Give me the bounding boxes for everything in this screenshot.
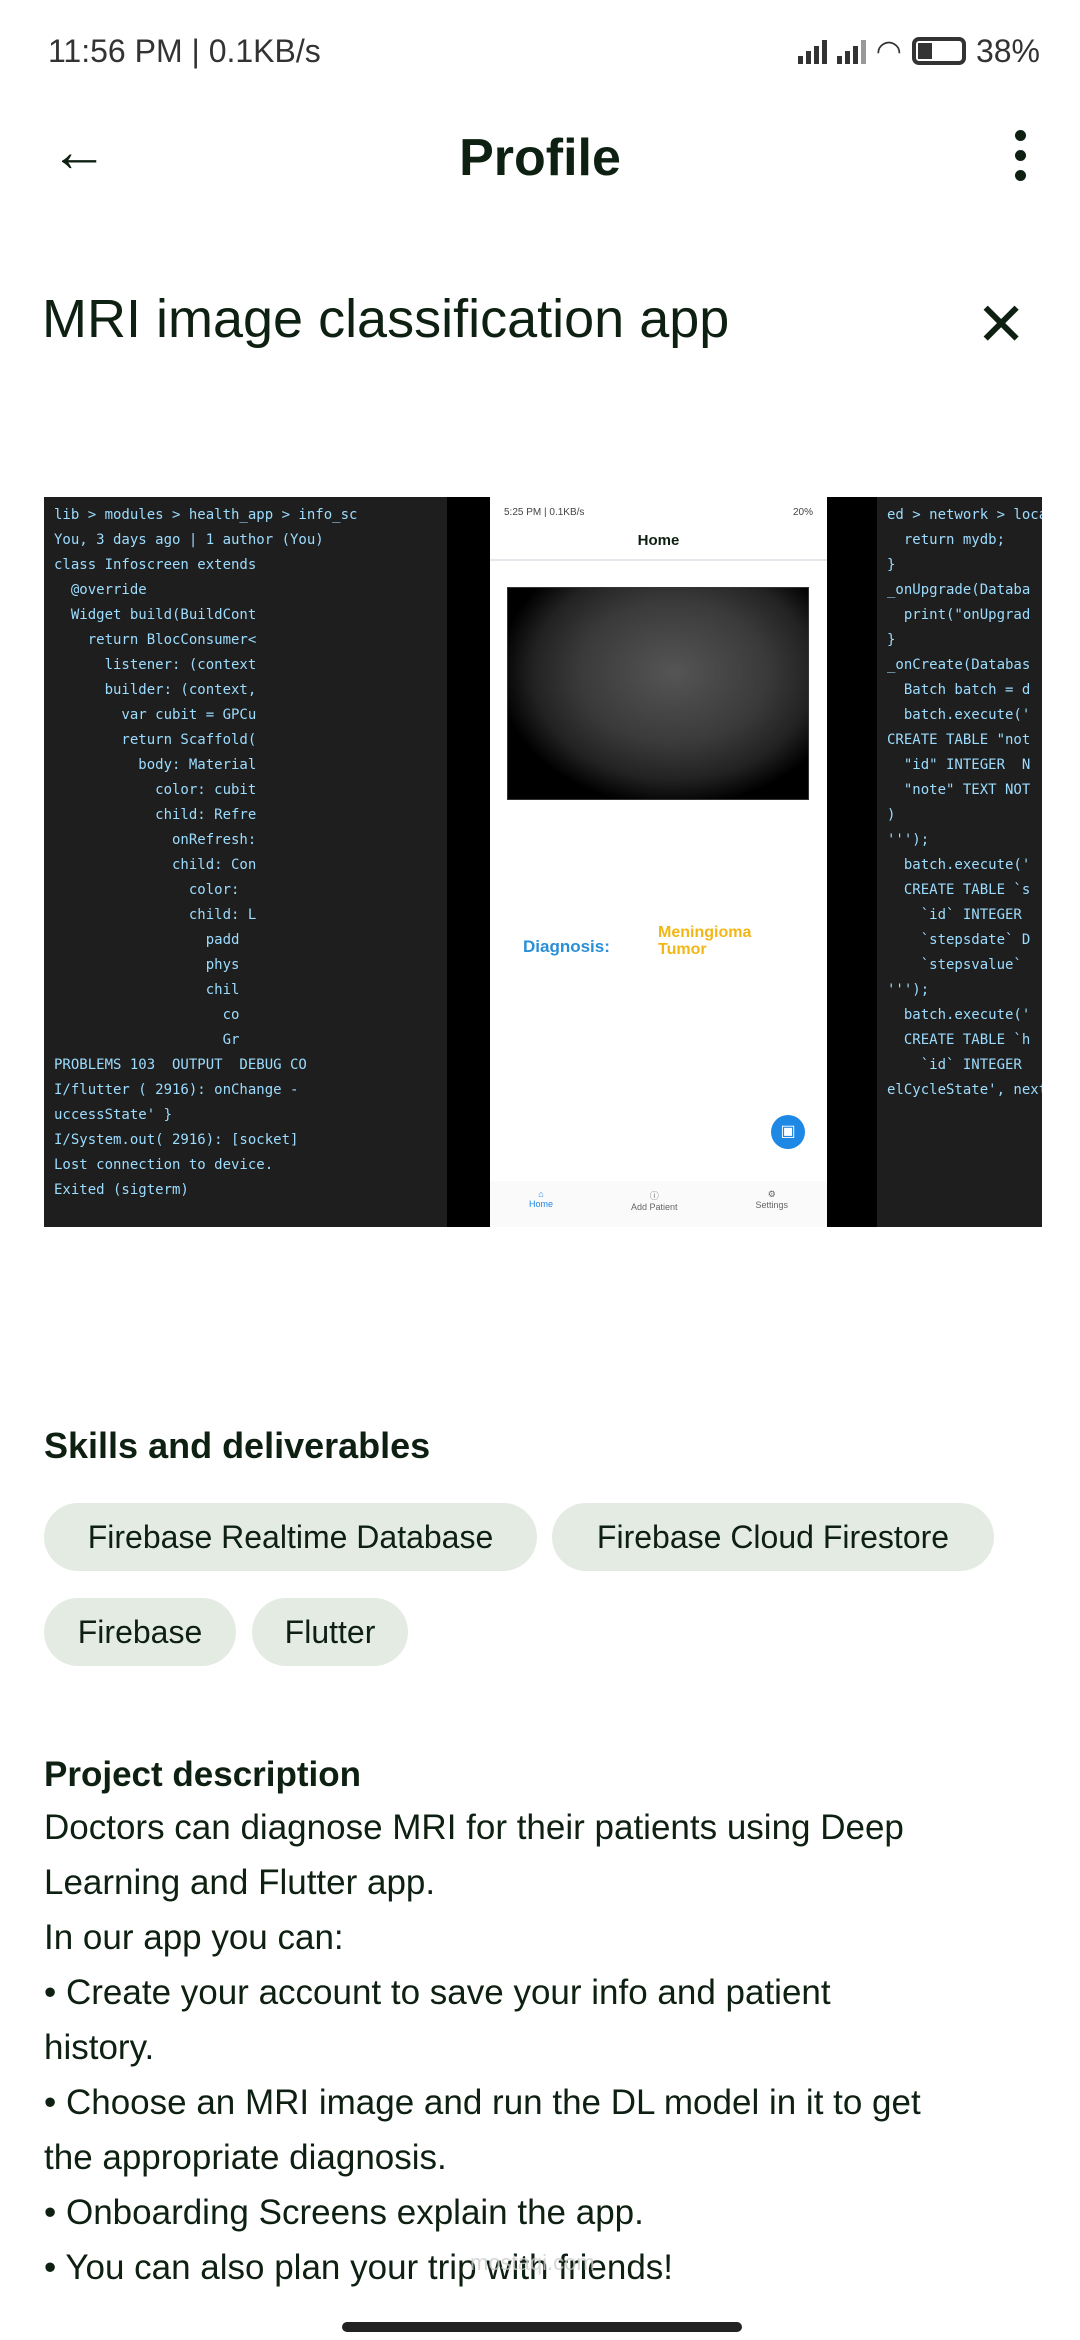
code-line: '''); [887,832,930,848]
status-bar: 11:56 PM | 0.1KB/s ◠ 38% [48,28,1040,74]
code-line: padd [54,932,240,948]
description-line: Doctors can diagnose MRI for their patie… [44,1808,904,1847]
project-image[interactable]: lib > modules > health_app > info_sc You,… [44,497,1042,1227]
code-line: Lost connection to device. [54,1157,274,1173]
image-picker-icon: ▣ [771,1115,805,1149]
mri-scan-image [507,587,809,800]
status-time: 11:56 PM | 0.1KB/s [48,32,321,69]
code-line: PROBLEMS 103 OUTPUT DEBUG CO [54,1057,307,1073]
code-line: _onCreate(Databas [887,657,1031,673]
description-heading: Project description [44,1755,362,1794]
code-line: } [887,557,896,573]
code-line: batch.execute(' [887,857,1031,873]
skill-chip[interactable]: Firebase Cloud Firestore [552,1503,994,1571]
wifi-icon: ◠ [875,34,902,68]
code-line: `stepsdate` D [887,932,1031,948]
code-line: Gr [54,1032,240,1048]
code-line: } [887,632,896,648]
signal-icon [836,38,866,64]
code-line: builder: (context, [54,682,257,698]
close-icon[interactable]: ✕ [976,290,1026,360]
code-line: CREATE TABLE `s [887,882,1031,898]
watermark: mostaqi.com [470,2250,595,2275]
code-line: var cubit = GPCu [54,707,257,723]
home-indicator[interactable] [342,2322,742,2332]
code-line: Exited (sigterm) [54,1182,189,1198]
code-line: co [54,1007,240,1023]
code-line: @override [54,582,147,598]
code-line: batch.execute(' [887,1007,1031,1023]
code-line: onRefresh: [54,832,257,848]
description-line: the appropriate diagnosis. [44,2138,447,2177]
code-editor-screenshot-right: ed > network > local > return mydb;} _onU… [877,497,1042,1227]
skill-chip[interactable]: Firebase Realtime Database [44,1503,537,1571]
code-line: lib > modules > health_app > info_sc [54,507,358,523]
code-line: `id` INTEGER [887,1057,1022,1073]
code-line: class Infoscreen extends [54,557,257,573]
phone-title: Home [490,528,827,561]
code-line: Batch batch = d [887,682,1031,698]
more-options-icon[interactable] [1008,130,1032,190]
skills-heading: Skills and deliverables [44,1425,431,1466]
code-line: batch.execute(' [887,707,1031,723]
gear-icon: ⚙ [767,1189,776,1199]
code-line: elCycleState', next [887,1082,1042,1098]
description-line: • Choose an MRI image and run the DL mod… [44,2083,921,2122]
code-line: I/System.out( 2916): [socket] [54,1132,299,1148]
skill-chip[interactable]: Flutter [252,1598,408,1666]
code-line: ) [887,807,896,823]
phone-status-battery: 20% [792,507,813,518]
code-editor-screenshot-left: lib > modules > health_app > info_sc You,… [44,497,447,1227]
code-line: return Scaffold( [54,732,257,748]
alert-icon: ⓘ [649,1191,659,1201]
diagnosis-label: Diagnosis: [523,937,610,956]
diagnosis-value: Meningioma Tumor [658,924,752,958]
nav-settings: Settings [755,1200,789,1210]
code-line: body: Material [54,757,257,773]
nav-home: Home [528,1199,553,1209]
phone-screenshot: 5:25 PM | 0.1KB/s 20% Home Diagnosis: Men… [490,497,827,1227]
code-line: color: [54,882,240,898]
description-line: • Onboarding Screens explain the app. [44,2193,644,2232]
phone-status-time: 5:25 PM | 0.1KB/s [504,507,585,518]
code-line: uccessState' } [54,1107,173,1123]
code-line: I/flutter ( 2916): onChange - [54,1082,299,1098]
code-line: child: L [54,907,257,923]
description-line: history. [44,2028,155,2067]
code-line: You, 3 days ago | 1 author (You) [54,532,324,548]
code-line: child: Refre [54,807,257,823]
code-line: _onUpgrade(Databa [887,582,1031,598]
code-line: phys [54,957,240,973]
code-line: listener: (context [54,657,257,673]
project-title: MRI image classification app [42,289,730,349]
battery-percent: 38% [975,32,1040,69]
page-title: Profile [459,129,621,187]
battery-icon [911,37,966,65]
code-line: child: Con [54,857,257,873]
code-line: ed > network > local > [887,507,1042,523]
code-line: print("onUpgrad [887,607,1031,623]
code-line: '''); [887,982,930,998]
home-icon: ⌂ [538,1189,544,1199]
skill-chip[interactable]: Firebase [44,1598,236,1666]
code-line: "note" TEXT NOT [887,782,1031,798]
description-line: In our app you can: [44,1918,344,1957]
phone-bottom-nav: ⌂ Home ⓘ Add Patient ⚙ Settings [490,1181,827,1227]
code-line: CREATE TABLE "not [887,732,1031,748]
nav-add-patient: Add Patient [630,1202,678,1212]
code-line: color: cubit [54,782,257,798]
signal-icon [797,38,827,64]
code-line: CREATE TABLE `h [887,1032,1031,1048]
code-line: return BlocConsumer< [54,632,257,648]
code-line: Widget build(BuildCont [54,607,257,623]
project-description: Doctors can diagnose MRI for their patie… [44,1800,1054,2295]
code-line: return mydb; [887,532,1006,548]
description-line: Learning and Flutter app. [44,1863,436,1902]
description-line: • Create your account to save your info … [44,1973,831,2012]
code-line: `id` INTEGER [887,907,1022,923]
code-line: chil [54,982,240,998]
code-line: "id" INTEGER N [887,757,1031,773]
code-line: `stepsvalue` [887,957,1022,973]
